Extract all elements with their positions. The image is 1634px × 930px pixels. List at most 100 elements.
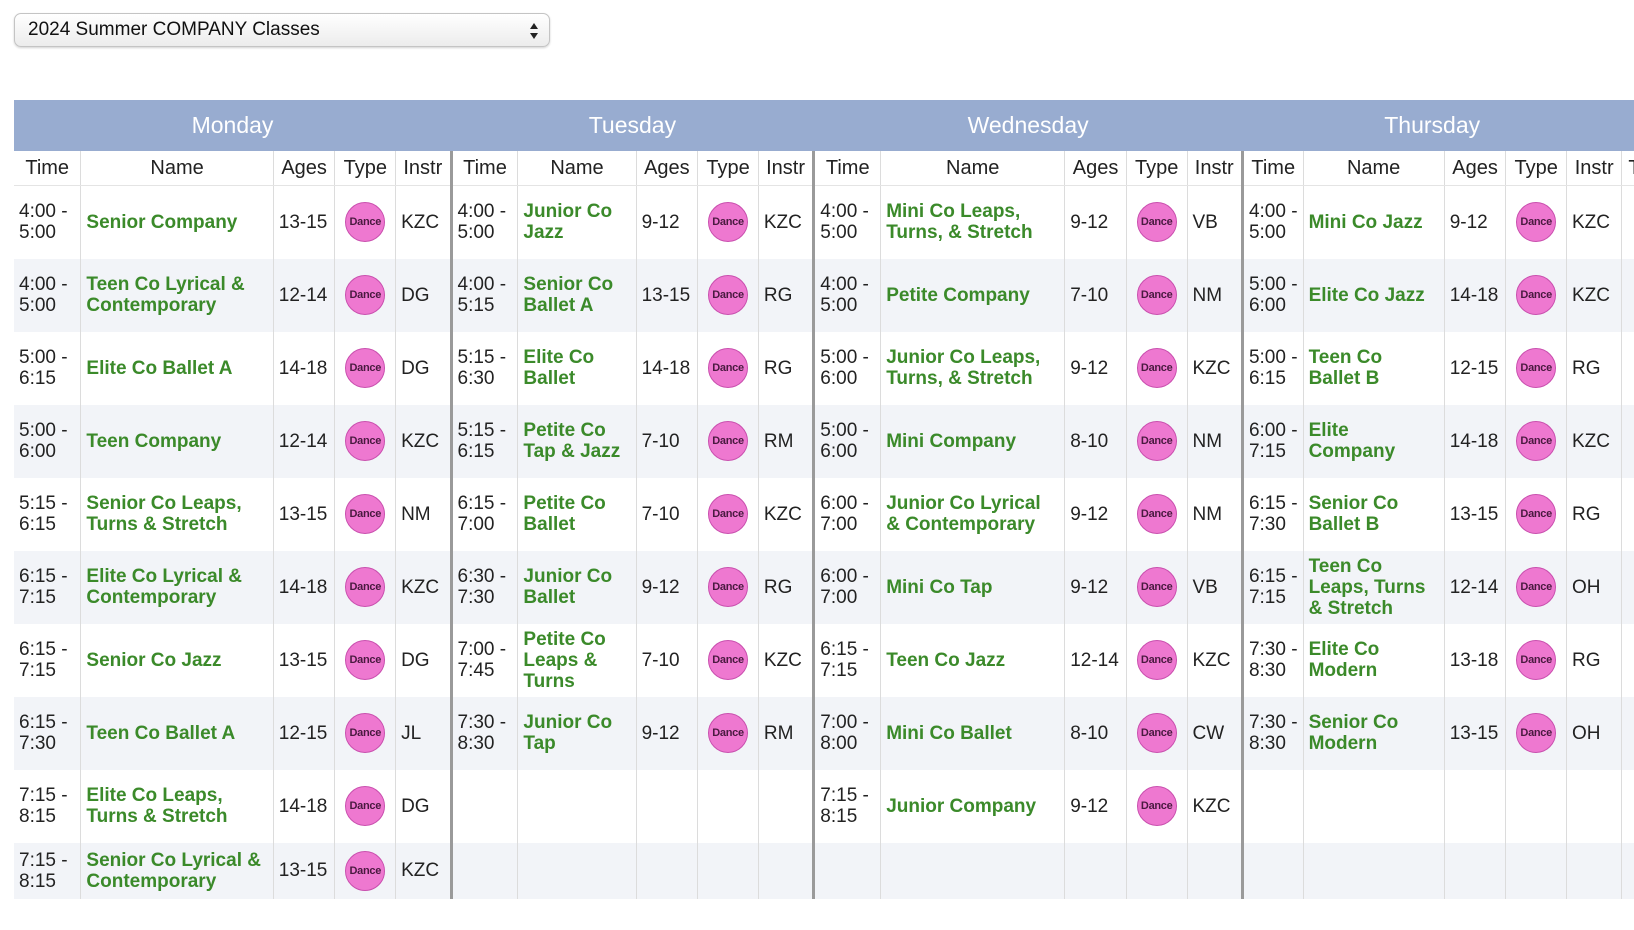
class-time: 6:15 - 7:15 [14,550,82,624]
class-time: 4:00 - 5:00 [449,185,519,259]
class-ages: 8-10 [1064,404,1127,478]
class-time: 6:00 - 7:00 [812,477,882,551]
class-name[interactable]: Teen Co Ballet B [1303,331,1445,405]
class-instr: DG [395,258,452,332]
class-instr: OH [1566,550,1623,624]
overflow-cell [1621,185,1634,259]
type-cell: Dance [1505,331,1567,405]
type-cell: Dance [1505,185,1567,259]
class-ages: 9-12 [1064,550,1127,624]
class-name[interactable]: Teen Co Ballet A [80,696,274,770]
class-name[interactable]: Teen Co Jazz [880,623,1066,697]
class-name[interactable]: Senior Co Ballet B [1303,477,1445,551]
class-name[interactable]: Senior Co Ballet A [517,258,637,332]
class-instr: RG [1566,477,1623,551]
class-name[interactable]: Elite Co Ballet [517,331,637,405]
schedule-row: 5:00 - 6:00 Teen Company 12-14 Dance KZC 5:15… [14,404,1634,478]
class-ages: 9-12 [1064,185,1127,259]
class-time: 6:15 - 7:15 [812,623,882,697]
class-name[interactable]: Mini Company [880,404,1066,478]
schedule-table: Monday Tuesday Wednesday Thursday Time Name A… [14,100,1634,899]
class-time: 5:00 - 6:00 [812,331,882,405]
class-name[interactable]: Senior Co Leaps, Turns & Stretch [80,477,274,551]
class-time: 6:15 - 7:30 [1240,477,1304,551]
class-name[interactable]: Junior Company [880,769,1066,843]
class-name[interactable]: Mini Co Ballet [880,696,1066,770]
type-cell: Dance [1126,404,1188,478]
class-instr: NM [395,477,452,551]
class-name[interactable]: Petite Co Leaps & Turns [517,623,637,697]
class-name[interactable]: Senior Co Lyrical & Contemporary [80,842,274,899]
class-name[interactable]: Junior Co Ballet [517,550,637,624]
class-name[interactable]: Teen Co Lyrical & Contemporary [80,258,274,332]
class-ages: 9-12 [1064,331,1127,405]
column-header-ages: Ages [1444,151,1507,186]
class-time: 5:15 - 6:15 [449,404,519,478]
class-name[interactable]: Petite Co Ballet [517,477,637,551]
dance-type-badge: Dance [708,713,749,753]
class-instr: KZC [1566,185,1623,259]
empty-cell [1064,842,1127,899]
class-ages: 13-18 [1444,623,1507,697]
class-name[interactable]: Mini Co Leaps, Turns, & Stretch [880,185,1066,259]
class-name[interactable]: Elite Co Leaps, Turns & Stretch [80,769,274,843]
class-name[interactable]: Teen Company [80,404,274,478]
overflow-cell [1621,258,1634,332]
overflow-cell [1621,842,1634,899]
type-cell: Dance [1126,550,1188,624]
dance-type-badge: Dance [1136,494,1177,534]
dance-type-badge: Dance [1516,640,1557,680]
column-header-name: Name [1303,151,1445,186]
class-ages: 9-12 [636,550,699,624]
class-name[interactable]: Senior Company [80,185,274,259]
day-header-row: Monday Tuesday Wednesday Thursday [14,100,1634,151]
column-header-ages: Ages [1064,151,1127,186]
dance-type-badge: Dance [708,275,749,315]
day-header-monday: Monday [14,100,452,151]
class-name[interactable]: Petite Company [880,258,1066,332]
empty-cell [1240,769,1304,843]
class-name[interactable]: Elite Co Modern [1303,623,1445,697]
class-name[interactable]: Elite Co Jazz [1303,258,1445,332]
dance-type-badge: Dance [1136,567,1177,607]
class-name[interactable]: Junior Co Leaps, Turns, & Stretch [880,331,1066,405]
class-name[interactable]: Senior Co Modern [1303,696,1445,770]
dance-type-badge: Dance [345,202,386,243]
class-name[interactable]: Junior Co Tap [517,696,637,770]
class-instr: KZC [1566,404,1623,478]
empty-cell [1505,769,1567,843]
class-name[interactable]: Mini Co Tap [880,550,1066,624]
type-cell: Dance [697,185,759,259]
class-instr: NM [1187,404,1243,478]
class-name[interactable]: Senior Co Jazz [80,623,274,697]
class-ages: 14-18 [636,331,699,405]
class-instr: KZC [395,404,452,478]
type-cell: Dance [334,185,397,259]
dance-type-badge: Dance [708,421,749,461]
class-name[interactable]: Junior Co Lyrical & Contemporary [880,477,1066,551]
class-name[interactable]: Mini Co Jazz [1303,185,1445,259]
dance-type-badge: Dance [345,275,386,315]
type-cell: Dance [334,842,397,899]
class-instr: VB [1187,550,1243,624]
class-name[interactable]: Elite Company [1303,404,1445,478]
class-name[interactable]: Teen Co Leaps, Turns & Stretch [1303,550,1445,624]
type-cell: Dance [1126,769,1188,843]
class-name[interactable]: Elite Co Lyrical & Contemporary [80,550,274,624]
column-header-type: Type [697,151,759,186]
class-instr: DG [395,623,452,697]
column-header-name: Name [880,151,1066,186]
class-time: 5:15 - 6:30 [449,331,519,405]
class-instr: RM [758,696,815,770]
class-time: 5:00 - 6:00 [1240,258,1304,332]
dance-type-badge: Dance [345,348,386,388]
class-instr: OH [1566,696,1623,770]
class-time: 4:00 - 5:00 [14,258,82,332]
class-ages: 9-12 [1064,477,1127,551]
class-name[interactable]: Petite Co Tap & Jazz [517,404,637,478]
dance-type-badge: Dance [1136,348,1177,388]
class-name[interactable]: Junior Co Jazz [517,185,637,259]
class-ages: 13-15 [273,623,336,697]
season-select[interactable]: 2024 Summer COMPANY Classes [14,13,550,47]
class-name[interactable]: Elite Co Ballet A [80,331,274,405]
